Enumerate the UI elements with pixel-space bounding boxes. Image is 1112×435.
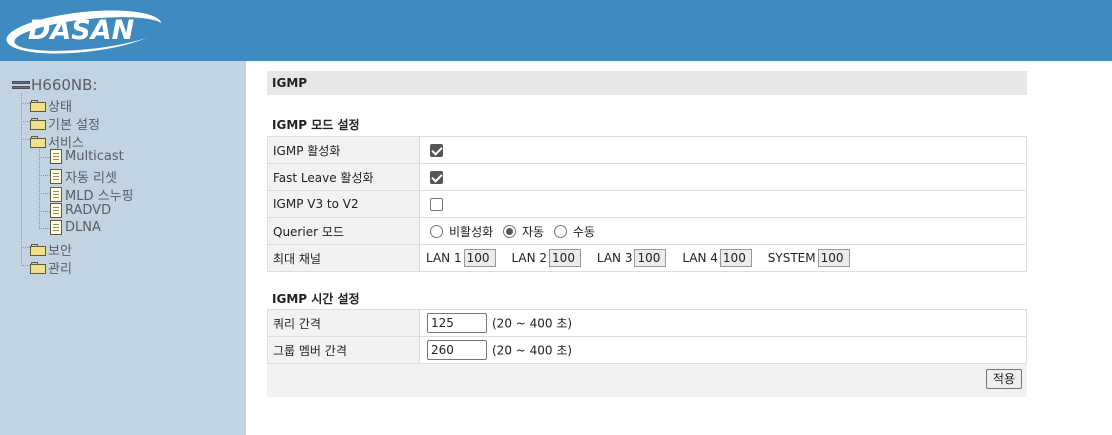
logo-text: DASAN xyxy=(28,15,135,46)
querier-disabled-radio[interactable] xyxy=(430,224,443,238)
lan2-label: LAN 2 xyxy=(511,251,548,265)
tree-root-label: H660NB: xyxy=(31,76,98,94)
lan1-max-input[interactable]: 100 xyxy=(463,249,496,267)
querier-auto-radio[interactable] xyxy=(503,224,516,238)
tree-root[interactable]: H660NB: xyxy=(12,76,97,94)
folder-icon xyxy=(30,261,46,274)
folder-open-icon xyxy=(30,135,46,148)
folder-icon xyxy=(30,99,46,112)
query-interval-input[interactable]: 125 xyxy=(427,313,487,333)
querier-manual-label: 수동 xyxy=(572,224,596,239)
system-label: SYSTEM xyxy=(767,251,816,265)
lan4-label: LAN 4 xyxy=(682,251,718,265)
member-interval-input[interactable]: 260 xyxy=(427,340,487,360)
table-row: Fast Leave 활성화 xyxy=(267,163,1027,191)
time-section-heading: IGMP 시간 설정 xyxy=(272,292,360,306)
page-icon xyxy=(50,187,62,202)
lan3-max-input[interactable]: 100 xyxy=(634,249,667,267)
member-interval-label: 그룹 멤버 간격 xyxy=(267,336,420,364)
igmp-enable-checkbox[interactable] xyxy=(430,144,443,157)
igmp-enable-label: IGMP 활성화 xyxy=(267,136,420,164)
member-interval-cell: 260 (20 ~ 400 초) xyxy=(419,336,1027,364)
sidebar-item-auto-reset[interactable]: 자동 리셋 xyxy=(50,167,117,186)
lan2-max-input[interactable]: 100 xyxy=(549,249,582,267)
max-channel-label: 최대 채널 xyxy=(267,244,420,272)
querier-manual-radio[interactable] xyxy=(553,224,567,238)
sidebar-item-label: 기본 설정 xyxy=(48,118,100,133)
table-row: IGMP V3 to V2 xyxy=(267,190,1027,218)
sidebar-item-label: 상태 xyxy=(48,100,72,115)
page-icon xyxy=(50,169,62,184)
table-row: IGMP 활성화 xyxy=(267,136,1027,164)
folder-icon xyxy=(30,117,46,130)
table-row: 쿼리 간격 125 (20 ~ 400 초) xyxy=(267,309,1027,337)
querier-mode-label: Querier 모드 xyxy=(267,217,420,245)
sidebar-item-multicast[interactable]: Multicast xyxy=(50,149,124,164)
sidebar-item-label: Multicast xyxy=(65,149,124,164)
fast-leave-checkbox[interactable] xyxy=(430,171,443,184)
sidebar-item-status[interactable]: 상태 xyxy=(30,96,72,115)
sidebar-item-label: 자동 리셋 xyxy=(65,171,117,186)
page-icon xyxy=(50,149,62,164)
mode-settings-table: IGMP 활성화 Fast Leave 활성화 IGMP V3 to V2 Qu… xyxy=(267,136,1027,272)
querier-mode-cell: 비활성화 자동 수동 xyxy=(419,217,1027,245)
sidebar-item-mld-snooping[interactable]: MLD 스누핑 xyxy=(50,185,133,204)
lan1-label: LAN 1 xyxy=(426,251,462,265)
sidebar-item-security[interactable]: 보안 xyxy=(30,240,72,259)
sidebar-item-label: RADVD xyxy=(65,203,112,218)
lan3-label: LAN 3 xyxy=(596,251,633,265)
querier-auto-label: 자동 xyxy=(522,224,545,239)
lan4-max-input[interactable]: 100 xyxy=(719,249,752,267)
computer-icon xyxy=(12,78,30,92)
mode-section-heading: IGMP 모드 설정 xyxy=(272,118,360,132)
table-row: 최대 채널 LAN 1 100 LAN 2 100 LAN 3 100 LAN 4 10… xyxy=(267,244,1027,272)
table-row: 그룹 멤버 간격 260 (20 ~ 400 초) xyxy=(267,336,1027,364)
querier-disabled-label: 비활성화 xyxy=(449,224,494,239)
sidebar-item-radvd[interactable]: RADVD xyxy=(50,203,111,218)
sidebar-item-basic-settings[interactable]: 기본 설정 xyxy=(30,114,100,133)
page-icon xyxy=(50,220,62,235)
igmp-enable-cell xyxy=(419,136,1027,164)
query-interval-cell: 125 (20 ~ 400 초) xyxy=(419,309,1027,337)
nav-tree: H660NB: 상태 기본 설정 서비스 Multicast 자동 리셋 MLD… xyxy=(0,61,246,435)
v3-to-v2-checkbox[interactable] xyxy=(430,198,443,211)
page-title: IGMP xyxy=(267,71,1027,95)
sidebar: H660NB: 상태 기본 설정 서비스 Multicast 자동 리셋 MLD… xyxy=(0,61,246,435)
apply-button[interactable]: 적용 xyxy=(985,369,1022,389)
query-interval-label: 쿼리 간격 xyxy=(267,309,420,337)
fast-leave-label: Fast Leave 활성화 xyxy=(267,163,420,191)
fast-leave-cell xyxy=(419,163,1027,191)
query-interval-range: (20 ~ 400 초) xyxy=(492,316,573,331)
sidebar-item-label: 보안 xyxy=(48,244,72,259)
system-max-input[interactable]: 100 xyxy=(817,249,850,267)
page-icon xyxy=(50,203,62,218)
member-interval-range: (20 ~ 400 초) xyxy=(492,343,573,358)
sidebar-item-management[interactable]: 관리 xyxy=(30,258,72,277)
v3-to-v2-cell xyxy=(419,190,1027,218)
form-footer: 적용 xyxy=(267,364,1027,397)
sidebar-item-label: MLD 스누핑 xyxy=(65,189,134,204)
v3-to-v2-label: IGMP V3 to V2 xyxy=(267,190,420,218)
folder-icon xyxy=(30,243,46,256)
sidebar-item-label: 관리 xyxy=(48,262,72,277)
max-channel-cell: LAN 1 100 LAN 2 100 LAN 3 100 LAN 4 100 SYST… xyxy=(419,244,1027,272)
time-settings-table: 쿼리 간격 125 (20 ~ 400 초) 그룹 멤버 간격 260 (20 ~ … xyxy=(267,309,1027,364)
table-row: Querier 모드 비활성화 자동 수동 xyxy=(267,217,1027,245)
sidebar-item-label: DLNA xyxy=(65,220,101,235)
dasan-logo: DASAN xyxy=(4,3,166,61)
sidebar-item-dlna[interactable]: DLNA xyxy=(50,220,101,235)
header-bar: DASAN xyxy=(0,0,1112,61)
